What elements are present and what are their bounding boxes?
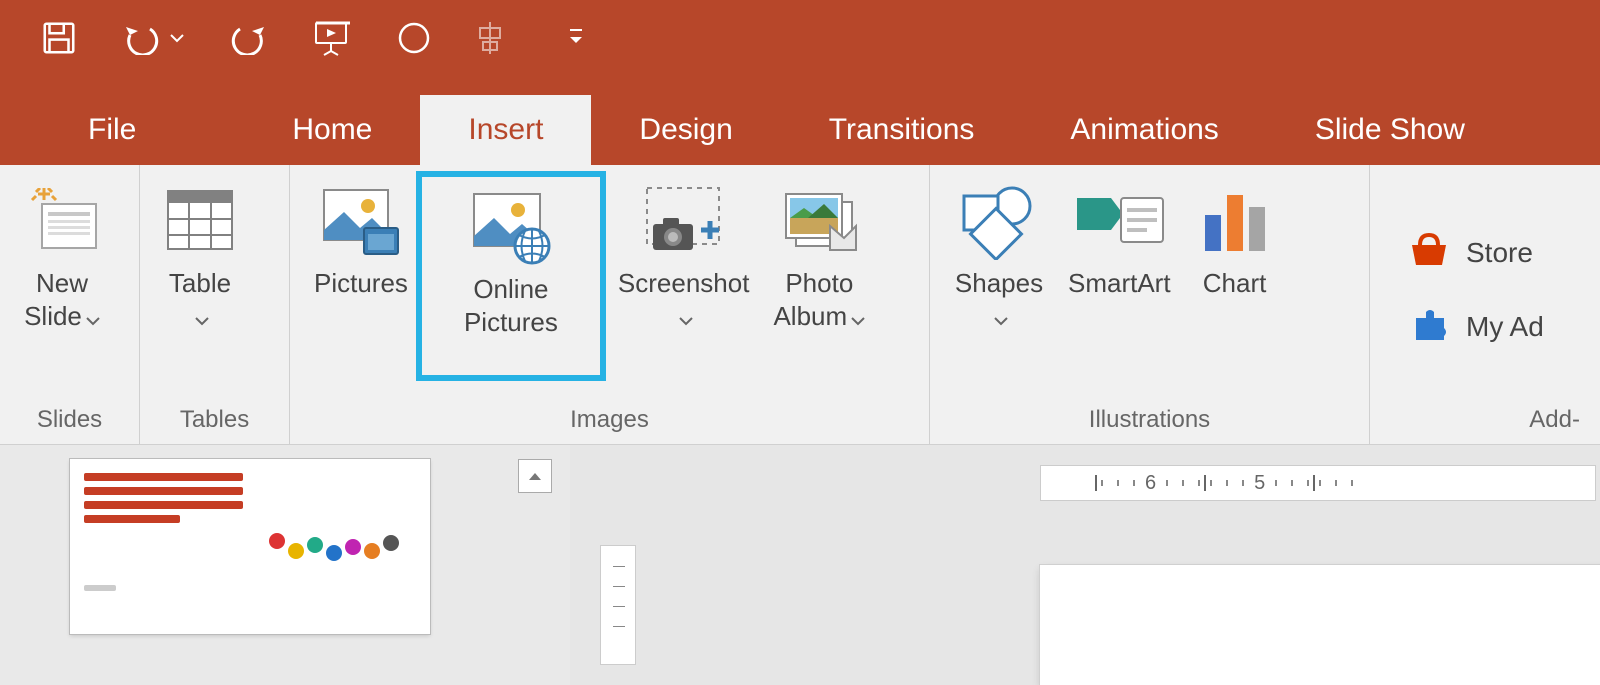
online-pictures-icon [468, 187, 554, 267]
online-pictures-label: Online Pictures [464, 273, 558, 338]
store-icon [1408, 231, 1450, 276]
save-icon[interactable] [40, 19, 78, 57]
chevron-down-icon [86, 301, 100, 334]
chevron-down-icon [195, 301, 209, 334]
ruler-mark: 6 [1145, 472, 1156, 495]
chevron-down-icon [994, 301, 1008, 334]
pictures-button[interactable]: Pictures [302, 175, 420, 385]
photo-album-label: Photo Album [773, 268, 853, 331]
tab-animations[interactable]: Animations [1022, 95, 1266, 165]
tab-home[interactable]: Home [244, 95, 420, 165]
shapes-label: Shapes [955, 268, 1043, 298]
smartart-icon [1071, 181, 1167, 261]
thumbnail-scrollbar [500, 445, 570, 685]
group-addins: Store My Ad Add- [1370, 165, 1600, 444]
table-icon [164, 181, 236, 261]
record-icon[interactable] [396, 20, 432, 56]
new-slide-button[interactable]: New Slide [12, 175, 112, 385]
table-label: Table [169, 268, 231, 298]
chart-button[interactable]: Chart [1183, 175, 1287, 385]
my-addins-button[interactable]: My Ad [1408, 304, 1544, 351]
my-addins-label: My Ad [1466, 311, 1544, 343]
new-slide-label: New Slide [24, 268, 88, 331]
screenshot-button[interactable]: Screenshot [606, 175, 762, 385]
ruler-mark: 5 [1254, 472, 1265, 495]
store-button[interactable]: Store [1408, 231, 1533, 276]
tab-slideshow[interactable]: Slide Show [1267, 95, 1513, 165]
group-illustrations-label: Illustrations [942, 406, 1357, 440]
tab-insert[interactable]: Insert [420, 95, 591, 165]
horizontal-ruler: 6 5 [1040, 465, 1596, 501]
screenshot-icon [641, 181, 727, 261]
store-label: Store [1466, 237, 1533, 269]
undo-icon[interactable] [120, 21, 184, 55]
photo-album-icon [774, 181, 864, 261]
group-slides-label: Slides [12, 406, 127, 440]
vertical-ruler [600, 545, 636, 665]
online-pictures-button[interactable]: Online Pictures [416, 171, 606, 381]
chevron-down-icon [851, 301, 865, 334]
qat-more-icon[interactable] [568, 27, 584, 49]
slideshow-from-beginning-icon[interactable] [312, 19, 354, 57]
slide-canvas: 6 5 [570, 445, 1600, 685]
chevron-down-icon [679, 301, 693, 334]
slide-editor[interactable] [1040, 565, 1600, 685]
quick-access-toolbar [0, 0, 1600, 75]
thumb-text [84, 473, 243, 620]
group-images-label: Images [302, 406, 917, 440]
tab-file[interactable]: File [40, 95, 204, 165]
photo-album-button[interactable]: Photo Album [761, 175, 877, 385]
screenshot-label: Screenshot [618, 268, 750, 298]
work-area: 6 5 [0, 445, 1600, 685]
smartart-button[interactable]: SmartArt [1056, 175, 1183, 385]
group-slides: New Slide Slides [0, 165, 140, 444]
scroll-up-button[interactable] [518, 459, 552, 493]
group-tables: Table Tables [140, 165, 290, 444]
table-button[interactable]: Table [152, 175, 248, 385]
tab-transitions[interactable]: Transitions [781, 95, 1023, 165]
chart-icon [1195, 181, 1275, 261]
pictures-label: Pictures [314, 267, 408, 300]
ribbon: New Slide Slides Table Tables [0, 165, 1600, 445]
tab-design[interactable]: Design [591, 95, 780, 165]
slide-thumbnail-panel [0, 445, 500, 685]
align-icon[interactable] [474, 20, 506, 56]
chart-label: Chart [1203, 267, 1267, 300]
group-images: Pictures Online Pictures [290, 165, 930, 444]
slide-thumbnail[interactable] [70, 459, 430, 634]
chevron-down-icon[interactable] [170, 33, 184, 43]
addins-icon [1408, 304, 1450, 351]
shapes-button[interactable]: Shapes [942, 175, 1056, 385]
new-slide-icon [24, 181, 100, 261]
thumb-image [251, 473, 416, 620]
redo-icon[interactable] [226, 21, 270, 55]
group-addins-label: Add- [1382, 406, 1588, 440]
shapes-icon [954, 181, 1044, 261]
group-illustrations: Shapes SmartArt [930, 165, 1370, 444]
ribbon-tabs: File Home Insert Design Transitions Anim… [0, 75, 1600, 165]
pictures-icon [320, 181, 402, 261]
group-tables-label: Tables [152, 406, 277, 440]
smartart-label: SmartArt [1068, 267, 1171, 300]
